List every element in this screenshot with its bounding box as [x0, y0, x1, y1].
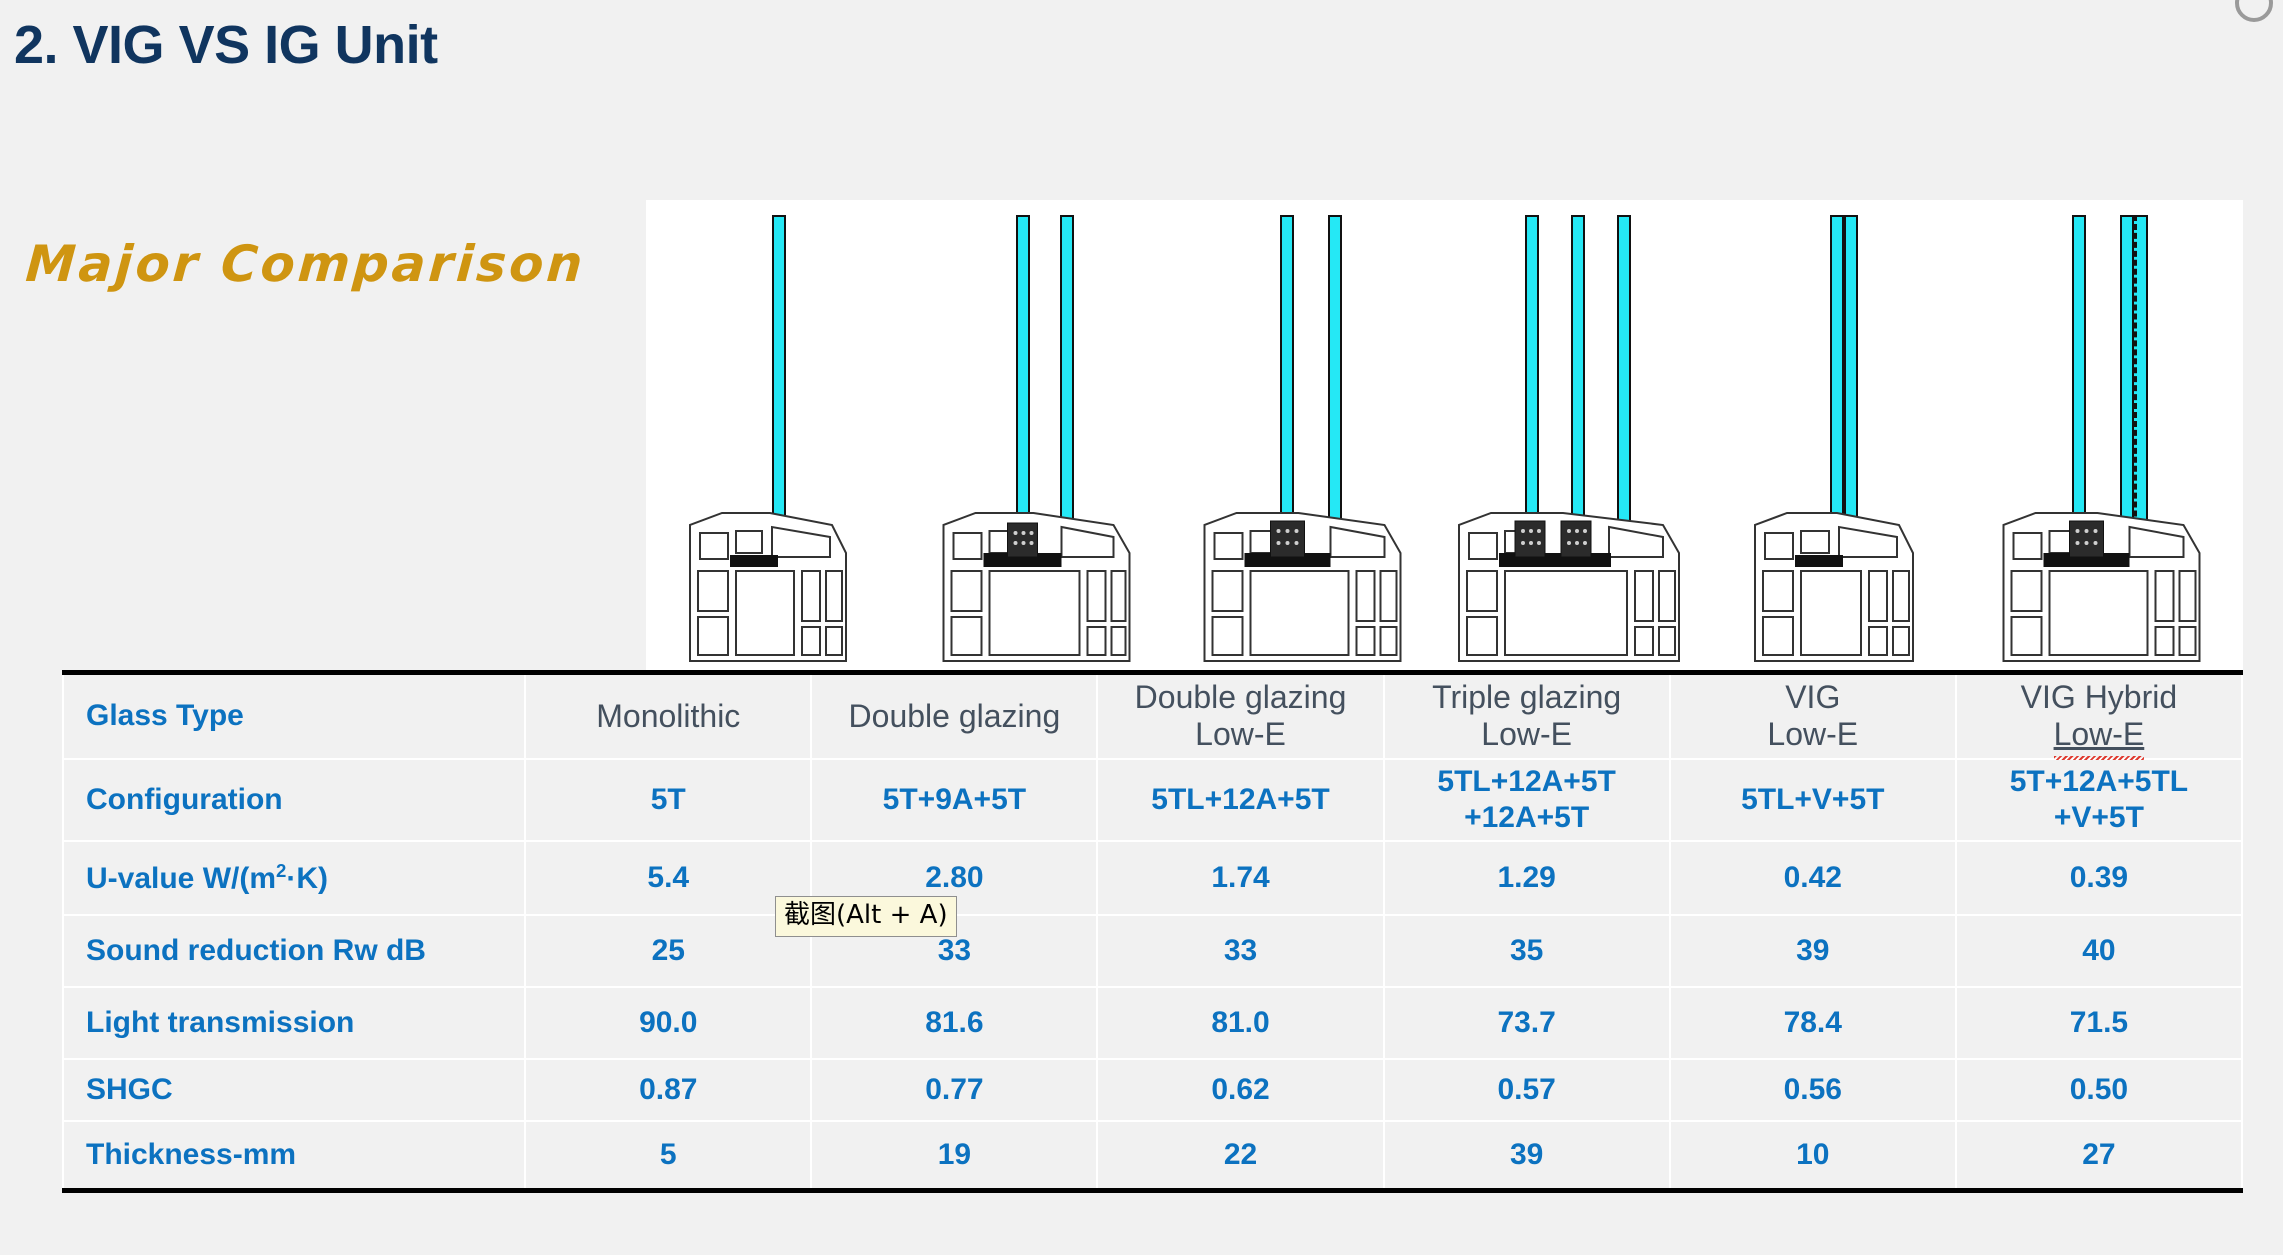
desiccant-spacer	[2068, 520, 2104, 558]
column-header-line1: Double glazing	[848, 697, 1061, 734]
column-header-line2: Low-E	[1767, 716, 1859, 753]
row-label-u-value: U-value W/(m2·K)	[61, 839, 527, 916]
window-unit-vig-hybrid-low-e	[1977, 200, 2243, 670]
cell-value: 0.56	[1668, 1057, 1957, 1122]
column-header-line1: Monolithic	[596, 697, 741, 734]
cell-value: 33	[1096, 913, 1385, 988]
cell-value: 35	[1382, 913, 1671, 988]
column-header-line2: Low-E	[1195, 716, 1286, 753]
cell-value: 39	[1382, 1119, 1671, 1192]
frame-profile-icon	[689, 512, 848, 662]
cell-value: 81.0	[1096, 985, 1385, 1060]
spellcheck-underlined-text: Low-E	[2053, 716, 2145, 760]
cell-value: 40	[1954, 913, 2244, 988]
cell-value: 19	[810, 1119, 1099, 1192]
desiccant-spacer	[1270, 520, 1306, 558]
spacer-bar	[730, 555, 779, 567]
cell-value: 5TL+12A+5T +12A+5T	[1382, 757, 1671, 842]
desiccant-spacer	[1560, 520, 1592, 558]
row-label-configuration: Configuration	[61, 757, 527, 842]
cell-value: 5TL+V+5T	[1668, 757, 1957, 842]
table-row: U-value W/(m2·K) 5.4 2.80 1.74 1.29 0.42…	[61, 839, 2244, 916]
cell-value: 22	[1096, 1119, 1385, 1192]
spacer-bar	[1794, 555, 1843, 567]
row-label-light-transmission: Light transmission	[61, 985, 527, 1060]
cell-value: 5T+9A+5T	[810, 757, 1099, 842]
cell-value: 5.4	[524, 839, 813, 916]
table-row: Configuration 5T 5T+9A+5T 5TL+12A+5T 5TL…	[61, 757, 2244, 842]
column-header-line1: Double glazing	[1134, 679, 1347, 716]
cell-value: 1.74	[1096, 839, 1385, 916]
frame-profile-icon	[1203, 512, 1402, 662]
column-header-line1: Triple glazing	[1432, 679, 1622, 716]
cell-value: 0.62	[1096, 1057, 1385, 1122]
column-header-line1: VIG Hybrid	[2020, 679, 2178, 716]
table-row: SHGC 0.87 0.77 0.62 0.57 0.56 0.50	[61, 1057, 2244, 1122]
screenshot-shortcut-tooltip: 截图(Alt + A)	[775, 896, 957, 937]
table-row: Thickness-mm 5 19 22 39 10 27	[61, 1119, 2244, 1192]
column-header-vig-low-e: VIG Low-E	[1668, 671, 1957, 760]
section-subtitle: Major Comparison	[23, 235, 588, 293]
column-header-monolithic: Monolithic	[524, 671, 813, 760]
page-title: 2. VIG VS IG Unit	[14, 15, 438, 75]
table-row: Sound reduction Rw dB 25 33 33 35 39 40	[61, 913, 2244, 988]
table-row: Light transmission 90.0 81.6 81.0 73.7 7…	[61, 985, 2244, 1060]
desiccant-spacer	[1514, 520, 1546, 558]
cell-value: 1.29	[1382, 839, 1671, 916]
table-header-row: Glass Type Monolithic Double glazing Dou…	[61, 671, 2244, 760]
window-unit-triple-glazing-low-e	[1445, 200, 1711, 670]
column-header-double-glazing-low-e: Double glazing Low-E	[1096, 671, 1385, 760]
cell-value: 27	[1954, 1119, 2244, 1192]
window-unit-vig-low-e	[1711, 200, 1977, 670]
cell-value: 5TL+12A+5T	[1096, 757, 1385, 842]
cell-value: 39	[1668, 913, 1957, 988]
cell-value: 0.77	[810, 1057, 1099, 1122]
row-label-thickness: Thickness-mm	[61, 1119, 527, 1192]
window-unit-double-glazing-low-e	[1178, 200, 1444, 670]
column-header-line2: Low-E	[1481, 716, 1572, 753]
row-label-shgc: SHGC	[61, 1057, 527, 1122]
cell-value: 5T	[524, 757, 813, 842]
cell-value: 0.42	[1668, 839, 1957, 916]
frame-profile-icon	[2002, 512, 2201, 662]
window-unit-monolithic	[646, 200, 912, 670]
column-header-line1: VIG	[1785, 679, 1841, 716]
comparison-table: Glass Type Monolithic Double glazing Dou…	[61, 670, 2244, 1193]
frame-profile-icon	[942, 512, 1131, 662]
window-unit-double-glazing	[912, 200, 1178, 670]
corner-circle-artifact	[2235, 0, 2273, 22]
column-header-double-glazing: Double glazing	[810, 671, 1099, 760]
cell-value: 81.6	[810, 985, 1099, 1060]
cell-value: 90.0	[524, 985, 813, 1060]
row-label-sound-reduction: Sound reduction Rw dB	[61, 913, 527, 988]
column-header-vig-hybrid-low-e: VIG Hybrid Low-E	[1954, 671, 2244, 760]
window-cross-section-panel	[646, 200, 2243, 670]
cell-value: 0.50	[1954, 1057, 2244, 1122]
cell-value: 10	[1668, 1119, 1957, 1192]
cell-value: 5T+12A+5TL +V+5T	[1954, 757, 2244, 842]
cell-value: 0.39	[1954, 839, 2244, 916]
frame-profile-icon	[1753, 512, 1914, 662]
column-header-triple-glazing-low-e: Triple glazing Low-E	[1382, 671, 1671, 760]
cell-value: 5	[524, 1119, 813, 1192]
frame-profile-icon	[1457, 512, 1680, 662]
cell-value: 0.57	[1382, 1057, 1671, 1122]
cell-value: 0.87	[524, 1057, 813, 1122]
cell-value: 78.4	[1668, 985, 1957, 1060]
desiccant-spacer	[1007, 522, 1039, 558]
header-glass-type: Glass Type	[61, 671, 527, 760]
cell-value: 73.7	[1382, 985, 1671, 1060]
cell-value: 71.5	[1954, 985, 2244, 1060]
cell-value: 25	[524, 913, 813, 988]
